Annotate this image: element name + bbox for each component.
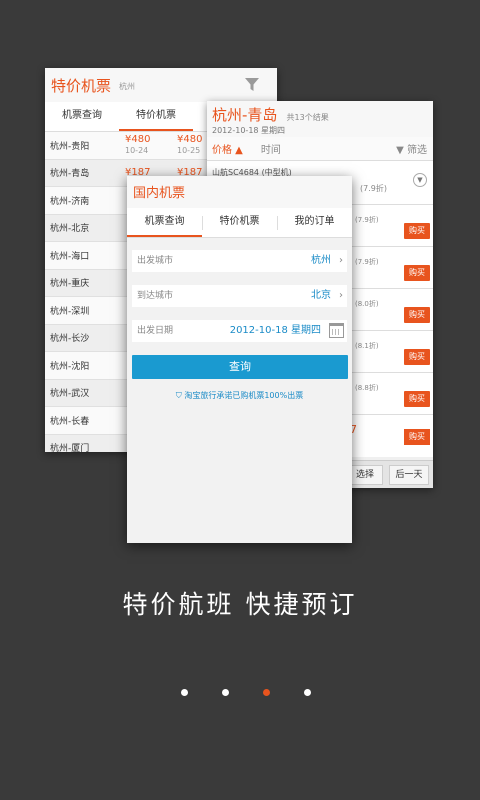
route-city: 杭州-武汉 bbox=[50, 389, 90, 400]
arrival-city-label: 到达城市 bbox=[137, 291, 174, 301]
flight-discount: (7.9折) bbox=[355, 258, 379, 266]
departure-date-value: 2012-10-18 星期四 bbox=[229, 325, 321, 336]
next-day-button[interactable]: 后一天 bbox=[389, 465, 429, 485]
buy-button[interactable]: 购买 bbox=[404, 429, 430, 445]
results-title: 杭州-青岛 bbox=[212, 106, 278, 124]
route-city: 杭州-济南 bbox=[50, 196, 90, 207]
sort-by-price[interactable]: 价格 ▲ bbox=[212, 141, 243, 156]
route-city: 杭州-长沙 bbox=[50, 334, 90, 345]
chevron-right-icon: › bbox=[339, 255, 343, 266]
flight-discount: (7.9折) bbox=[360, 184, 387, 193]
buy-button[interactable]: 购买 bbox=[404, 223, 430, 239]
domestic-title: 国内机票 bbox=[133, 186, 186, 201]
route-price: ¥480 10-24 bbox=[125, 134, 151, 156]
filter-icon[interactable] bbox=[245, 78, 259, 92]
flight-discount: (8.0折) bbox=[355, 300, 379, 308]
tab-special-fares[interactable]: 特价机票 bbox=[119, 102, 193, 131]
tab-my-orders[interactable]: 我的订单 bbox=[277, 208, 352, 237]
flight-discount: (8.1折) bbox=[355, 342, 379, 350]
departure-date-label: 出发日期 bbox=[137, 326, 174, 336]
select-date-button[interactable]: 选择 bbox=[347, 465, 383, 485]
route-city: 杭州-重庆 bbox=[50, 279, 90, 290]
route-city: 杭州-海口 bbox=[50, 251, 90, 262]
buy-button[interactable]: 购买 bbox=[404, 349, 430, 365]
departure-city-label: 出发城市 bbox=[137, 256, 174, 266]
ticket-guarantee: ⛉ 淘宝旅行承诺已购机票100%出票 bbox=[127, 390, 352, 401]
results-header: 杭州-青岛 共13个结果 2012-10-18 星期四 bbox=[207, 101, 433, 137]
flight-discount: (7.9折) bbox=[355, 216, 379, 224]
pager-dot[interactable] bbox=[304, 689, 311, 696]
route-city: 杭州-北京 bbox=[50, 224, 90, 235]
buy-button[interactable]: 购买 bbox=[404, 307, 430, 323]
pager-dot[interactable] bbox=[181, 689, 188, 696]
tab-special-fares[interactable]: 特价机票 bbox=[202, 208, 277, 237]
search-button[interactable]: 查询 bbox=[132, 355, 348, 379]
route-city: 杭州-沈阳 bbox=[50, 361, 90, 372]
results-count: 共13个结果 bbox=[286, 113, 329, 122]
route-city: 杭州-青岛 bbox=[50, 169, 90, 180]
route-city: 杭州-贵阳 bbox=[50, 141, 90, 152]
flight-discount: (8.8折) bbox=[355, 384, 379, 392]
ticket-guarantee-text: 淘宝旅行承诺已购机票100%出票 bbox=[184, 391, 304, 400]
calendar-icon[interactable] bbox=[329, 323, 344, 338]
domestic-tabs: 机票查询 特价机票 我的订单 bbox=[127, 208, 352, 238]
departure-date-field[interactable]: 出发日期 2012-10-18 星期四 bbox=[132, 320, 347, 342]
special-fares-city: 杭州 bbox=[119, 82, 136, 91]
chevron-right-icon: › bbox=[339, 290, 343, 301]
special-fares-title: 特价机票 bbox=[51, 76, 112, 95]
route-city: 杭州-长春 bbox=[50, 416, 90, 427]
buy-button[interactable]: 购买 bbox=[404, 265, 430, 281]
route-city: 杭州-厦门 bbox=[50, 444, 90, 452]
arrival-city-value: 北京 bbox=[311, 290, 331, 301]
departure-city-field[interactable]: 出发城市 杭州 › bbox=[132, 250, 347, 272]
route-city: 杭州-深圳 bbox=[50, 306, 90, 317]
tagline: 特价航班 快捷预订 bbox=[122, 590, 358, 619]
results-date: 2012-10-18 星期四 bbox=[212, 126, 286, 135]
special-fares-header: 特价机票 杭州 bbox=[45, 68, 277, 102]
tab-ticket-search[interactable]: 机票查询 bbox=[127, 208, 202, 237]
departure-city-value: 杭州 bbox=[311, 255, 331, 266]
chevron-down-icon[interactable]: ▼ bbox=[413, 173, 427, 187]
buy-button[interactable]: 购买 bbox=[404, 391, 430, 407]
domestic-header: 国内机票 bbox=[127, 176, 352, 208]
arrival-city-field[interactable]: 到达城市 北京 › bbox=[132, 285, 347, 307]
sort-by-time[interactable]: 时间 bbox=[261, 141, 281, 156]
filter-button[interactable]: ▼ 筛选 bbox=[396, 141, 427, 156]
sort-bar: 价格 ▲ 时间 ▼ 筛选 bbox=[207, 137, 433, 161]
tab-ticket-search[interactable]: 机票查询 bbox=[45, 102, 119, 131]
pager-dot-active[interactable] bbox=[263, 689, 270, 696]
pager-dot[interactable] bbox=[222, 689, 229, 696]
domestic-flights-card: 国内机票 机票查询 特价机票 我的订单 出发城市 杭州 › 到达城市 北京 › … bbox=[127, 176, 352, 543]
